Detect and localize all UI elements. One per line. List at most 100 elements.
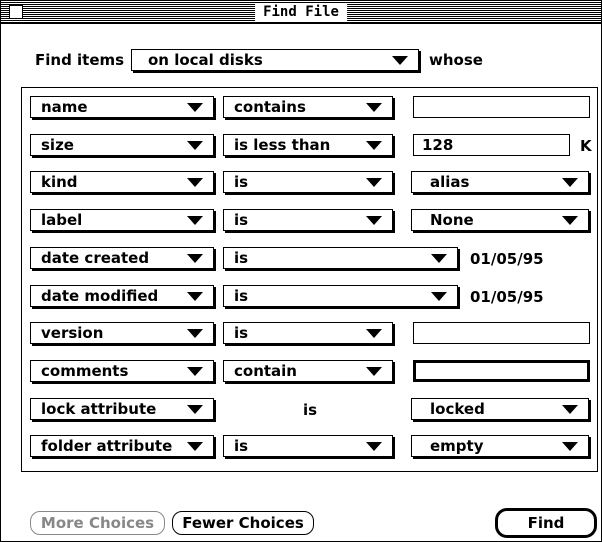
attribute-popup[interactable]: kind	[30, 171, 214, 193]
value-field[interactable]	[413, 360, 590, 382]
operator-popup[interactable]: is	[223, 285, 458, 307]
attribute-popup[interactable]: date modified	[30, 285, 214, 307]
find-items-label: Find items	[35, 51, 125, 69]
attribute-popup[interactable]: lock attribute	[30, 398, 214, 420]
attribute-popup[interactable]: comments	[30, 360, 214, 382]
criteria-panel: name contains size is less than 128 Kkind is al…	[21, 87, 598, 472]
chevron-down-icon	[187, 141, 203, 150]
operator-popup[interactable]: is less than	[223, 134, 393, 156]
chevron-down-icon	[562, 216, 578, 225]
value-field[interactable]: 128	[413, 134, 570, 156]
operator-popup[interactable]: is	[223, 171, 393, 193]
attribute-popup-value: date modified	[41, 287, 159, 305]
attribute-popup[interactable]: label	[30, 209, 214, 231]
criteria-row: folder attribute is empty	[22, 435, 597, 461]
chevron-down-icon	[366, 329, 382, 338]
operator-popup[interactable]: is	[223, 435, 393, 457]
date-value[interactable]: 01/05/95	[470, 288, 544, 306]
attribute-popup-value: folder attribute	[41, 437, 173, 455]
value-popup-value: None	[430, 211, 474, 229]
window-title: Find File	[255, 3, 347, 21]
operator-popup[interactable]: contain	[223, 360, 393, 382]
scope-popup[interactable]: on local disks	[131, 49, 419, 71]
criteria-row: name contains	[22, 96, 597, 122]
operator-popup[interactable]: is	[223, 247, 458, 269]
value-field-text: 128	[422, 136, 454, 154]
criteria-row: date created is 01/05/95	[22, 247, 597, 273]
criteria-row: version is	[22, 322, 597, 348]
chevron-down-icon	[366, 216, 382, 225]
chevron-down-icon	[187, 329, 203, 338]
chevron-down-icon	[187, 103, 203, 112]
value-popup[interactable]: empty	[411, 435, 589, 457]
operator-popup[interactable]: is	[223, 209, 393, 231]
value-popup[interactable]: locked	[411, 398, 589, 420]
find-button[interactable]: Find	[495, 508, 597, 538]
criteria-row: comments contain	[22, 360, 597, 386]
find-file-window: Find File Find items on local disks whos…	[0, 0, 602, 542]
criteria-row: size is less than 128 K	[22, 134, 597, 160]
attribute-popup[interactable]: name	[30, 96, 214, 118]
chevron-down-icon	[187, 292, 203, 301]
criteria-row: lock attribute is locked	[22, 398, 597, 424]
attribute-popup-value: size	[41, 136, 74, 154]
chevron-down-icon	[187, 367, 203, 376]
chevron-down-icon	[366, 442, 382, 451]
chevron-down-icon	[187, 178, 203, 187]
value-popup-value: empty	[430, 437, 484, 455]
value-field[interactable]	[413, 96, 590, 118]
chevron-down-icon	[562, 405, 578, 414]
chevron-down-icon	[187, 254, 203, 263]
chevron-down-icon	[366, 141, 382, 150]
scope-popup-value: on local disks	[148, 51, 263, 69]
operator-label: is	[303, 401, 318, 419]
attribute-popup-value: lock attribute	[41, 400, 157, 418]
operator-popup-value: is	[234, 249, 249, 267]
unit-label: K	[580, 137, 592, 155]
date-value[interactable]: 01/05/95	[470, 250, 544, 268]
attribute-popup-value: name	[41, 98, 88, 116]
attribute-popup[interactable]: size	[30, 134, 214, 156]
value-popup-value: alias	[430, 173, 470, 191]
attribute-popup-value: comments	[41, 362, 129, 380]
operator-popup-value: is	[234, 324, 249, 342]
chevron-down-icon	[366, 178, 382, 187]
value-popup-value: locked	[430, 400, 485, 418]
attribute-popup-value: version	[41, 324, 104, 342]
attribute-popup[interactable]: folder attribute	[30, 435, 214, 457]
chevron-down-icon	[431, 292, 447, 301]
operator-popup-value: is less than	[234, 136, 331, 154]
operator-popup[interactable]: is	[223, 322, 393, 344]
attribute-popup-value: date created	[41, 249, 150, 267]
value-popup[interactable]: None	[411, 209, 589, 231]
criteria-row: label is None	[22, 209, 597, 235]
fewer-choices-button[interactable]: Fewer Choices	[172, 511, 314, 535]
chevron-down-icon	[366, 367, 382, 376]
attribute-popup-value: kind	[41, 173, 78, 191]
criteria-row: kind is alias	[22, 171, 597, 197]
operator-popup-value: is	[234, 287, 249, 305]
chevron-down-icon	[187, 405, 203, 414]
operator-popup-value: contain	[234, 362, 297, 380]
chevron-down-icon	[562, 178, 578, 187]
chevron-down-icon	[562, 442, 578, 451]
attribute-popup-value: label	[41, 211, 83, 229]
chevron-down-icon	[366, 103, 382, 112]
operator-popup-value: contains	[234, 98, 306, 116]
operator-popup-value: is	[234, 211, 249, 229]
title-bar[interactable]: Find File	[1, 1, 601, 24]
value-popup[interactable]: alias	[411, 171, 589, 193]
attribute-popup[interactable]: date created	[30, 247, 214, 269]
chevron-down-icon	[392, 56, 408, 65]
close-box-icon[interactable]	[9, 5, 23, 19]
attribute-popup[interactable]: version	[30, 322, 214, 344]
more-choices-button[interactable]: More Choices	[30, 511, 165, 535]
chevron-down-icon	[187, 216, 203, 225]
chevron-down-icon	[187, 442, 203, 451]
chevron-down-icon	[431, 254, 447, 263]
operator-popup-value: is	[234, 173, 249, 191]
operator-popup[interactable]: contains	[223, 96, 393, 118]
criteria-row: date modified is 01/05/95	[22, 285, 597, 311]
value-field[interactable]	[413, 322, 590, 344]
operator-popup-value: is	[234, 437, 249, 455]
